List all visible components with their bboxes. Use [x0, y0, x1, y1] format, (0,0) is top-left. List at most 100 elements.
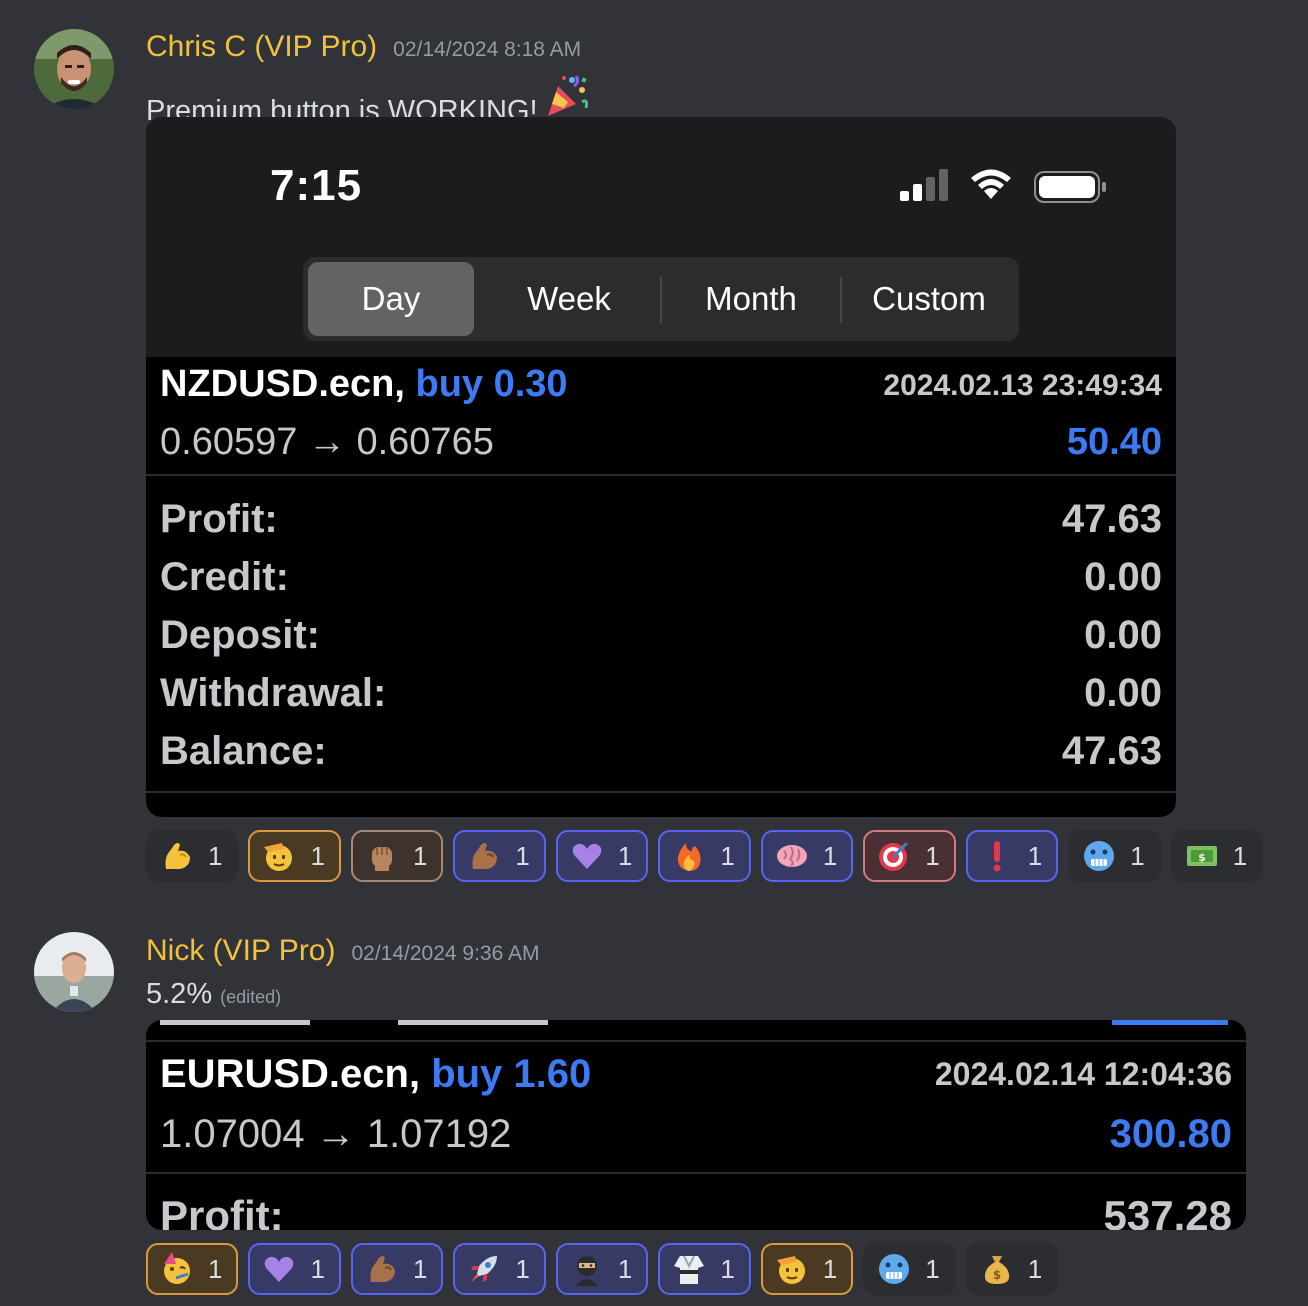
summary-value-profit: 47.63: [1061, 497, 1162, 541]
summary-label-profit: Profit:: [160, 1192, 284, 1230]
divider: [146, 791, 1176, 793]
saluting-face-icon: [264, 843, 293, 871]
segment-divider: [660, 277, 662, 323]
reaction-count: 1: [617, 840, 633, 871]
timestamp[interactable]: 02/14/2024 9:36 AM: [351, 942, 539, 966]
reaction-saluting-face[interactable]: 1: [248, 830, 341, 882]
reaction-flexed-biceps-medium[interactable]: 1: [453, 830, 546, 882]
reaction-flexed-biceps-medium[interactable]: 1: [350, 1243, 444, 1295]
segment-week[interactable]: Week: [481, 262, 657, 336]
reaction-count: 1: [720, 1253, 735, 1284]
reaction-brain[interactable]: 1: [760, 830, 854, 882]
reaction-count: 1: [617, 1253, 633, 1284]
reactions-bar: 1 1 1 1 1 1 1 1 1 1 $ 1: [146, 830, 1264, 882]
avatar[interactable]: [34, 29, 114, 109]
summary-value-deposit: 0.00: [1084, 613, 1162, 657]
reaction-count: 1: [1027, 840, 1043, 871]
reaction-money-bag[interactable]: $ 1: [965, 1243, 1059, 1295]
reaction-purple-heart[interactable]: 1: [555, 830, 649, 882]
segment-divider: [840, 277, 842, 323]
trade-symbol: EURUSD.ecn,: [160, 1052, 421, 1096]
ninja-icon: [575, 1256, 598, 1286]
reaction-partying-face[interactable]: 1: [146, 1243, 239, 1295]
purple-heart-icon: [572, 843, 602, 869]
party-popper-icon: [542, 72, 590, 120]
summary-value-profit: 537.28: [1103, 1192, 1232, 1230]
cell-signal-icon: [900, 169, 948, 201]
avatar[interactable]: [34, 932, 114, 1012]
reaction-ninja[interactable]: 1: [555, 1243, 649, 1295]
trade-datetime: 2024.02.14 12:04:36: [934, 1056, 1232, 1092]
saluting-face-icon: [776, 1256, 805, 1284]
reaction-purple-heart[interactable]: 1: [248, 1243, 341, 1295]
divider: [146, 474, 1176, 476]
exclamation-icon: [993, 841, 1001, 872]
divider: [146, 1040, 1246, 1042]
segment-day[interactable]: Day: [308, 262, 474, 336]
reaction-count: 1: [1130, 840, 1145, 871]
summary-value-balance: 47.63: [1061, 729, 1162, 773]
cold-face-icon: [879, 1254, 910, 1284]
battery-icon: [1034, 171, 1106, 203]
trade-prices: 0.60597 → 0.60765: [160, 421, 494, 463]
flexed-biceps-medium-icon: [472, 843, 498, 869]
trade-pl: 50.40: [1066, 421, 1162, 463]
reaction-dollar-banknote[interactable]: $ 1: [1170, 830, 1264, 882]
partying-face-icon: [164, 1252, 190, 1284]
bullseye-icon: [879, 841, 909, 871]
summary-value-credit: 0.00: [1084, 555, 1162, 599]
reaction-count: 1: [1027, 1253, 1043, 1284]
message-content: 5.2% (edited): [146, 978, 281, 1011]
reaction-count: 1: [925, 1253, 940, 1284]
brain-icon: [776, 845, 807, 867]
reactions-bar: 1 1 1 1 1 1 1 1 $ 1: [146, 1243, 1059, 1295]
status-time: 7:15: [270, 161, 363, 210]
reaction-rocket[interactable]: 1: [453, 1243, 546, 1295]
reaction-exclamation[interactable]: 1: [965, 830, 1059, 882]
trade-pl: 300.80: [1109, 1112, 1232, 1156]
reaction-count: 1: [1232, 840, 1248, 871]
username[interactable]: Nick (VIP Pro): [146, 934, 335, 968]
summary-label-deposit: Deposit:: [160, 613, 320, 657]
segment-month[interactable]: Month: [663, 262, 839, 336]
reaction-count: 1: [720, 840, 735, 871]
avatar-photo: [34, 29, 114, 109]
username[interactable]: Chris C (VIP Pro): [146, 30, 377, 64]
reaction-cold-face[interactable]: 1: [863, 1243, 956, 1295]
trade-symbol: NZDUSD.ecn,: [160, 363, 405, 405]
reaction-count: 1: [412, 840, 428, 871]
purple-heart-icon: [265, 1256, 294, 1282]
svg-text:$: $: [993, 1268, 1001, 1282]
trade-datetime: 2024.02.13 23:49:34: [883, 369, 1162, 402]
timestamp[interactable]: 02/14/2024 8:18 AM: [393, 38, 581, 62]
trade-symbol-row: NZDUSD.ecn, buy 0.30: [160, 363, 568, 406]
reaction-flexed-biceps[interactable]: 1: [146, 830, 239, 882]
reaction-bullseye[interactable]: 1: [863, 830, 956, 882]
martial-arts-uniform-icon: [674, 1255, 705, 1284]
reaction-cold-face[interactable]: 1: [1068, 830, 1161, 882]
segment-custom[interactable]: Custom: [843, 262, 1015, 336]
screenshot-attachment[interactable]: 7:15 Day Week Month Custom NZDUSD.ecn, b…: [146, 117, 1176, 817]
message-text: 5.2%: [146, 978, 213, 1010]
reaction-count: 1: [822, 840, 838, 871]
reaction-count: 1: [412, 1253, 428, 1284]
reaction-raised-fist[interactable]: 1: [350, 830, 444, 882]
edited-label: (edited): [220, 987, 282, 1007]
dollar-banknote-icon: $: [1186, 846, 1217, 866]
trade-prices: 1.07004 → 1.07192: [160, 1112, 512, 1156]
wifi-icon: [971, 169, 1011, 199]
money-bag-icon: $: [984, 1256, 1009, 1284]
reaction-saluting-face[interactable]: 1: [760, 1243, 854, 1295]
message-header: Nick (VIP Pro) 02/14/2024 9:36 AM: [146, 934, 539, 968]
reaction-count: 1: [208, 840, 223, 871]
reaction-martial-arts-uniform[interactable]: 1: [658, 1243, 751, 1295]
summary-label-credit: Credit:: [160, 555, 289, 599]
flexed-biceps-icon: [165, 843, 190, 869]
message-header: Chris C (VIP Pro) 02/14/2024 8:18 AM: [146, 30, 581, 64]
screenshot-attachment[interactable]: EURUSD.ecn, buy 1.60 2024.02.14 12:04:36…: [146, 1020, 1246, 1230]
reaction-count: 1: [310, 840, 325, 871]
reaction-count: 1: [925, 840, 940, 871]
avatar-photo: [34, 932, 114, 1012]
reaction-fire[interactable]: 1: [658, 830, 751, 882]
summary-value-withdrawal: 0.00: [1084, 671, 1162, 715]
